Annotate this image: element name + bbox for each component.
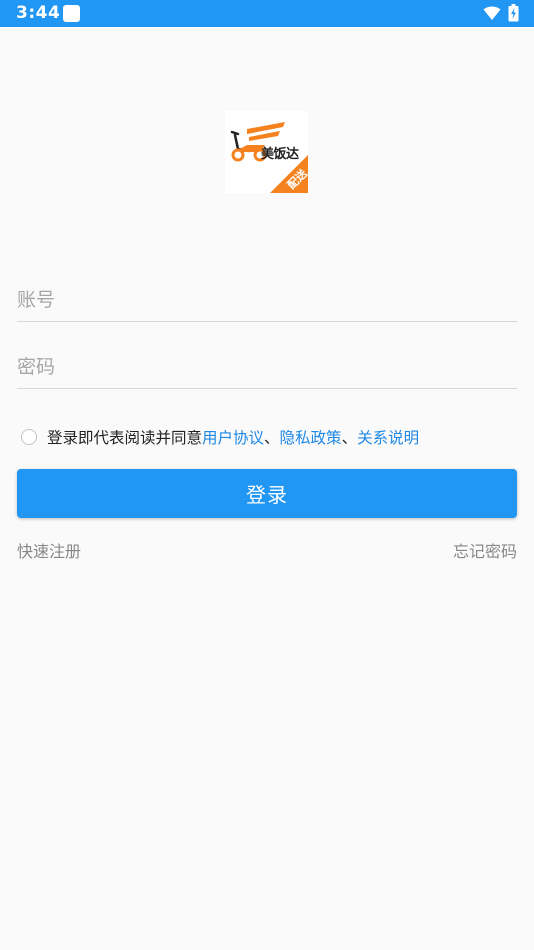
agreement-row: 登录即代表阅读并同意 用户协议 、 隐私政策 、 关系说明 [21, 426, 419, 448]
privacy-policy-link[interactable]: 隐私政策 [280, 426, 342, 448]
account-input[interactable] [17, 281, 517, 319]
login-screen: 3:44 美饭达 配送 登录 [0, 0, 534, 950]
agreement-separator: 、 [341, 429, 358, 447]
user-agreement-link[interactable]: 用户协议 [202, 426, 264, 448]
relation-statement-link[interactable]: 关系说明 [357, 426, 419, 448]
logo-ribbon-text: 配送 [284, 166, 308, 192]
app-logo: 美饭达 配送 [225, 111, 308, 193]
login-button[interactable]: 登录 [17, 469, 517, 518]
wifi-icon [483, 6, 501, 20]
status-bar: 3:44 [0, 0, 534, 27]
battery-charging-icon [508, 4, 519, 22]
agreement-text: 登录即代表阅读并同意 [47, 429, 203, 447]
status-time: 3:44 [16, 3, 61, 23]
agreement-checkbox[interactable] [21, 429, 37, 445]
quick-register-link[interactable]: 快速注册 [17, 538, 81, 562]
password-input[interactable] [17, 348, 517, 386]
logo-ribbon: 配送 [268, 159, 308, 193]
agreement-separator: 、 [264, 429, 280, 447]
password-field [17, 348, 517, 389]
forgot-password-link[interactable]: 忘记密码 [453, 538, 517, 562]
account-field [17, 281, 517, 322]
notification-icon [63, 5, 80, 22]
